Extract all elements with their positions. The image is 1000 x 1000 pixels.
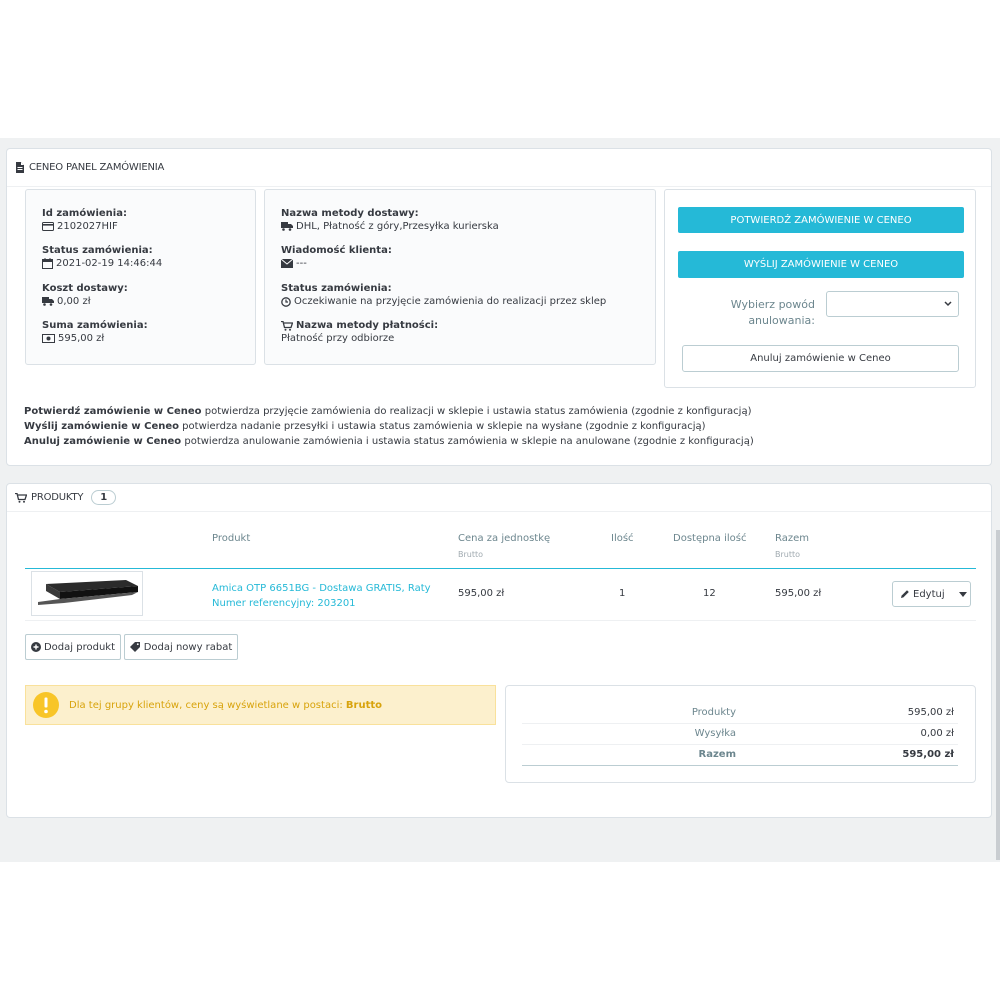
product-reference: Numer referencyjny: 203201 — [212, 598, 356, 609]
payment-method-label-row: Nazwa metody płatności: — [281, 320, 438, 331]
cart-icon — [281, 320, 293, 331]
cart-icon — [15, 492, 27, 503]
totals-total-value: 595,00 zł — [902, 749, 954, 760]
totals-products-row: Produkty 595,00 zł — [522, 703, 958, 724]
price-display-alert: Dla tej grupy klientów, ceny są wyświetl… — [25, 685, 496, 725]
order-sum-value: 595,00 zł — [58, 333, 105, 344]
products-count-badge: 1 — [91, 490, 117, 505]
totals-shipping-value: 0,00 zł — [920, 728, 954, 739]
add-discount-button[interactable]: Dodaj nowy rabat — [124, 634, 238, 660]
order-sum-label: Suma zamówienia: — [42, 320, 148, 331]
add-product-button[interactable]: Dodaj produkt — [25, 634, 121, 660]
alert-message: Dla tej grupy klientów, ceny są wyświetl… — [69, 699, 346, 711]
desc-confirm-text: potwierdza przyjęcie zamówienia do reali… — [201, 406, 752, 417]
send-order-ceneo-button[interactable]: WYŚLIJ ZAMÓWIENIE W CENEO — [678, 251, 964, 278]
order-id-label: Id zamówienia: — [42, 208, 127, 219]
row-quantity: 1 — [619, 588, 626, 599]
order-totals: Produkty 595,00 zł Wysyłka 0,00 zł Razem… — [505, 685, 976, 783]
document-icon — [16, 162, 24, 173]
desc-send-text: potwierdza nadanie przesyłki i ustawia s… — [179, 421, 706, 432]
order-info-box: Id zamówienia: 2102027HIF Status zamówie… — [25, 189, 256, 365]
row-total: 595,00 zł — [775, 588, 822, 599]
col-total-sub: Brutto — [775, 550, 801, 559]
col-unit-price-sub: Brutto — [458, 550, 484, 559]
tag-icon — [129, 642, 140, 652]
scrollbar[interactable] — [996, 530, 1000, 860]
ceneo-panel-title: CENEO PANEL ZAMÓWIENIA — [29, 162, 165, 173]
client-message-label: Wiadomość klienta: — [281, 245, 392, 256]
row-divider — [25, 620, 976, 621]
shipping-cost-value: 0,00 zł — [57, 296, 91, 307]
desc-cancel: Anuluj zamówienie w Ceneo potwierdza anu… — [24, 436, 754, 447]
col-available: Dostępna ilość — [673, 533, 747, 544]
product-name[interactable]: Amica OTP 6651BG - Dostawa GRATIS, Raty — [212, 581, 431, 596]
client-message-value: --- — [296, 258, 307, 269]
cancel-reason-label-line1: Wybierz powód — [730, 298, 815, 311]
credit-card-icon — [42, 222, 54, 231]
warning-icon — [33, 692, 59, 718]
desc-confirm: Potwierdź zamówienie w Ceneo potwierdza … — [24, 406, 752, 417]
totals-total-row: Razem 595,00 zł — [522, 745, 958, 766]
cancel-reason-label: Wybierz powód anulowania: — [731, 297, 815, 329]
edit-product-button[interactable]: Edytuj — [892, 581, 971, 607]
plus-circle-icon — [30, 642, 41, 652]
product-thumbnail[interactable] — [31, 571, 143, 616]
delivery-info-box: Nazwa metody dostawy: DHL, Płatność z gó… — [264, 189, 656, 365]
ceneo-order-panel: CENEO PANEL ZAMÓWIENIA Id zamówienia: 21… — [6, 148, 992, 466]
desc-cancel-bold: Anuluj zamówienie w Ceneo — [24, 436, 182, 447]
totals-shipping-row: Wysyłka 0,00 zł — [522, 724, 958, 745]
col-unit-price: Cena za jednostkę — [458, 533, 551, 544]
row-unit-price: 595,00 zł — [458, 588, 505, 599]
truck-icon — [281, 222, 293, 231]
delivery-method-label: Nazwa metody dostawy: — [281, 208, 419, 219]
order-status-date-label: Status zamówienia: — [42, 245, 153, 256]
desc-confirm-bold: Potwierdź zamówienie w Ceneo — [24, 406, 202, 417]
desc-cancel-text: potwierdza anulowanie zamówienia i ustaw… — [181, 436, 754, 447]
order-id-value: 2102027HIF — [57, 221, 118, 232]
products-panel-heading: PRODUKTY 1 — [7, 484, 991, 512]
col-total: Razem — [775, 533, 809, 544]
totals-products-value: 595,00 zł — [907, 707, 954, 718]
col-quantity: Ilość — [611, 533, 634, 544]
edit-product-label: Edytuj — [913, 588, 945, 600]
payment-method-label: Nazwa metody płatności: — [296, 320, 439, 331]
totals-total-label: Razem — [698, 749, 736, 760]
money-icon — [42, 334, 55, 343]
product-name-link[interactable]: Amica OTP 6651BG - Dostawa GRATIS, Raty … — [212, 581, 431, 611]
chevron-down-icon — [944, 301, 952, 307]
envelope-icon — [281, 259, 293, 268]
ceneo-actions-box: POTWIERDŹ ZAMÓWIENIE W CENEO WYŚLIJ ZAMÓ… — [664, 189, 976, 388]
desc-send-bold: Wyślij zamówienie w Ceneo — [24, 421, 179, 432]
products-panel: PRODUKTY 1 Produkt Cena za jednostkę Bru… — [6, 483, 992, 818]
cancel-order-ceneo-button[interactable]: Anuluj zamówienie w Ceneo — [682, 345, 959, 372]
shipping-cost-label: Koszt dostawy: — [42, 283, 128, 294]
delivery-method-value: DHL, Płatność z góry,Przesyłka kurierska — [296, 221, 499, 232]
payment-method-value: Płatność przy odbiorze — [281, 333, 395, 344]
order-status-label: Status zamówienia: — [281, 283, 392, 294]
table-header-divider — [25, 568, 976, 569]
alert-bold: Brutto — [345, 699, 382, 711]
cancel-reason-label-line2: anulowania: — [748, 314, 815, 327]
desc-send: Wyślij zamówienie w Ceneo potwierdza nad… — [24, 421, 706, 432]
truck-icon — [42, 297, 54, 306]
row-available: 12 — [703, 588, 716, 599]
order-status-date-value: 2021-02-19 14:46:44 — [56, 258, 163, 269]
confirm-order-ceneo-button[interactable]: POTWIERDŹ ZAMÓWIENIE W CENEO — [678, 207, 964, 233]
products-panel-title: PRODUKTY — [31, 492, 84, 503]
alert-text: Dla tej grupy klientów, ceny są wyświetl… — [69, 700, 382, 711]
caret-down-icon[interactable] — [958, 591, 967, 597]
order-status-value: Oczekiwanie na przyjęcie zamówienia do r… — [294, 296, 607, 307]
calendar-icon — [42, 258, 53, 269]
cancel-reason-select[interactable] — [826, 291, 959, 317]
col-product: Produkt — [212, 533, 251, 544]
range-hood-image — [38, 580, 138, 605]
pencil-icon — [901, 590, 909, 598]
totals-products-label: Produkty — [691, 707, 736, 718]
add-discount-label: Dodaj nowy rabat — [143, 641, 233, 653]
ceneo-panel-heading: CENEO PANEL ZAMÓWIENIA — [7, 149, 991, 187]
totals-shipping-label: Wysyłka — [694, 728, 736, 739]
add-product-label: Dodaj produkt — [43, 641, 115, 653]
clock-icon — [281, 296, 291, 307]
